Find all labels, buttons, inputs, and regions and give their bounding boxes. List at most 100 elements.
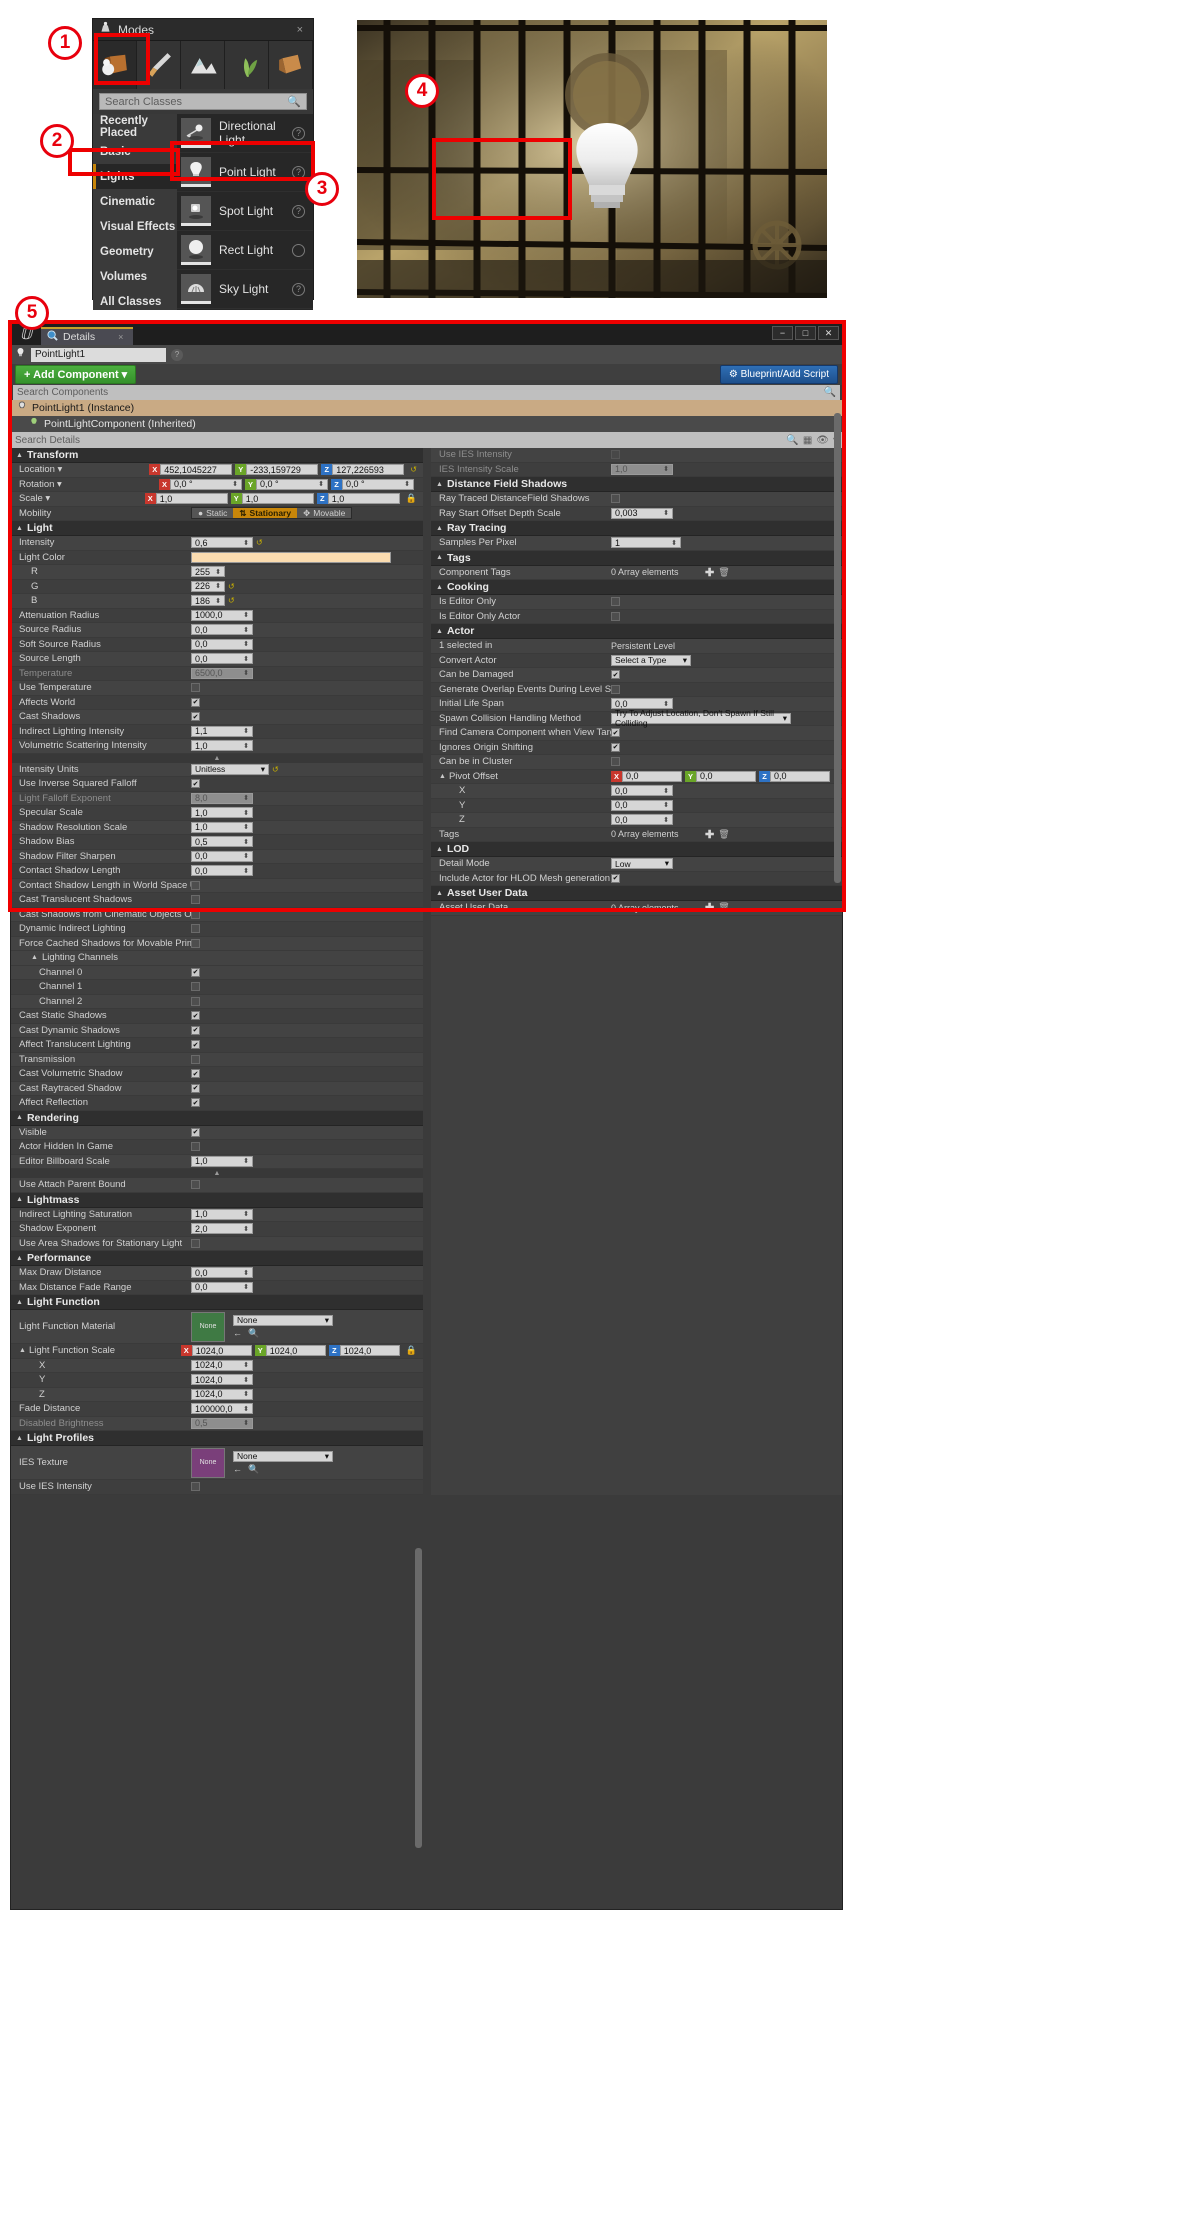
property-row-shadow-exponent[interactable]: Shadow Exponent 2,0 ⬍ [11,1222,423,1237]
property-row-rotation[interactable]: Rotation ▾ X 0,0 ° ⬍ Y 0,0 ° ⬍ Z 0,0 ° ⬍ [11,477,423,492]
property-row-x[interactable]: X 0,0 ⬍ [431,784,842,799]
checkbox[interactable] [191,880,200,890]
spinner-icon[interactable]: ⬍ [663,801,669,809]
scrollbar[interactable] [834,413,841,883]
paint-mode-button[interactable] [137,41,181,89]
vector-input-group[interactable]: X 0,0 Y 0,0 Z 0,0 [611,770,833,782]
checkbox[interactable] [191,1180,200,1190]
maximize-button[interactable]: □ [795,326,816,340]
property-row-disabled-brightness[interactable]: Disabled Brightness 0,5 ⬍ [11,1416,423,1431]
value-input[interactable]: 1 ⬍ [611,537,681,549]
reset-icon[interactable]: ↺ [272,765,279,774]
checkbox[interactable] [191,895,200,905]
spinner-icon[interactable]: ⬍ [243,655,249,663]
property-row-affect-translucent-lighting[interactable]: Affect Translucent Lighting ✔ [11,1038,423,1053]
checkbox[interactable]: ✔ [191,1025,200,1035]
property-row-pivot-offset[interactable]: ▲ Pivot Offset X 0,0 Y 0,0 Z 0,0 [431,769,842,784]
property-row-channel-2[interactable]: Channel 2 [11,994,423,1009]
checkbox[interactable] [611,494,620,504]
value-input[interactable]: 1000,0 ⬍ [191,609,253,621]
checkbox[interactable]: ✔ [191,967,200,977]
collapse-arrow[interactable]: ▲ [11,1169,423,1178]
details-window[interactable]: 𝕌 Details × − □ ✕ PointLight1 ? + Add Co… [10,322,843,1910]
actor-name-row[interactable]: PointLight1 ? [11,345,842,364]
checkbox[interactable]: ✔ [191,697,200,707]
left-property-pane[interactable]: ▲ Transform Location ▾ X 452,1045227 Y -233,15… [11,448,423,1848]
property-row-actor-hidden-in-game[interactable]: Actor Hidden In Game [11,1140,423,1155]
section-header-asset-user-data[interactable]: ▲ Asset User Data [431,886,842,901]
category-visual-effects[interactable]: Visual Effects [93,214,177,239]
value-input[interactable]: 1024,0 [191,1345,252,1357]
spinner-icon[interactable]: ⬍ [243,611,249,619]
minimize-button[interactable]: − [772,326,793,340]
geometry-mode-button[interactable] [269,41,313,89]
checkbox[interactable] [611,611,620,621]
checkbox[interactable] [191,996,200,1006]
checkbox[interactable]: ✔ [191,1083,200,1093]
help-icon[interactable]: ? [292,282,305,296]
property-row-editor-billboard-scale[interactable]: Editor Billboard Scale 1,0 ⬍ [11,1154,423,1169]
search-details-input[interactable]: Search Details 🔍 ▦ 👁 ▾ [11,432,842,448]
spinner-icon[interactable]: ⬍ [243,867,249,875]
value-input[interactable]: 1024,0 ⬍ [191,1374,253,1386]
property-row-z[interactable]: Z 0,0 ⬍ [431,813,842,828]
window-buttons[interactable]: − □ ✕ [772,326,839,340]
value-input[interactable]: 0,0 ° ⬍ [256,478,328,490]
property-row-ignores-origin-shifting[interactable]: Ignores Origin Shifting ✔ [431,740,842,755]
value-input[interactable]: 0,0 ⬍ [611,814,673,826]
spinner-icon[interactable]: ⬍ [663,816,669,824]
value-input[interactable]: 0,0 ⬍ [191,624,253,636]
property-row-cast-volumetric-shadow[interactable]: Cast Volumetric Shadow ✔ [11,1067,423,1082]
reset-icon[interactable]: ↺ [228,596,235,605]
property-row-detail-mode[interactable]: Detail Mode Low ▾ [431,857,842,872]
spinner-icon[interactable]: ⬍ [243,1225,249,1233]
property-row-use-ies-intensity[interactable]: Use IES Intensity [431,448,842,463]
section-header-rendering[interactable]: ▲ Rendering [11,1110,423,1126]
value-input[interactable]: 1024,0 ⬍ [191,1359,253,1371]
value-input[interactable]: 1,0 [241,493,314,505]
value-input[interactable]: 1,0 ⬍ [191,1155,253,1167]
spinner-icon[interactable]: ⬍ [243,838,249,846]
item-point-light[interactable]: Point Light ? [177,153,313,192]
search-classes-input[interactable]: Search Classes 🔍 [99,93,307,110]
spinner-icon[interactable]: ⬍ [243,1405,249,1413]
property-row-cast-shadows[interactable]: Cast Shadows ✔ [11,710,423,725]
section-header-actor[interactable]: ▲ Actor [431,624,842,639]
scrollbar[interactable] [415,1548,422,1848]
property-row-affect-reflection[interactable]: Affect Reflection ✔ [11,1096,423,1111]
value-input[interactable]: 0,003 ⬍ [611,507,673,519]
value-input[interactable]: 0,0 ⬍ [611,785,673,797]
add-icon[interactable]: ✚ [705,828,714,841]
section-header-tags[interactable]: ▲ Tags [431,550,842,566]
checkbox[interactable] [191,982,200,992]
property-row-use-area-shadows-for-stationary-light[interactable]: Use Area Shadows for Stationary Light [11,1236,423,1251]
dropdown[interactable]: Try To Adjust Location, Don't Spawn If S… [611,708,791,728]
array-field[interactable]: 0 Array elements ✚ 🗑 [611,828,730,841]
property-row-cast-translucent-shadows[interactable]: Cast Translucent Shadows [11,893,423,908]
property-row-shadow-filter-sharpen[interactable]: Shadow Filter Sharpen 0,0 ⬍ [11,849,423,864]
mobility-option-static[interactable]: ● Static [192,508,234,519]
checkbox[interactable] [191,909,200,919]
value-input[interactable]: 1,0 ⬍ [191,1208,253,1220]
property-row-y[interactable]: Y 1024,0 ⬍ [11,1373,423,1388]
reset-icon[interactable]: ↺ [256,538,263,547]
property-row-ray-start-offset-depth-scale[interactable]: Ray Start Offset Depth Scale 0,003 ⬍ [431,506,842,521]
use-selected-icon[interactable]: ← [233,1328,242,1339]
property-row-mobility[interactable]: Mobility ● Static ⇅ Stationary ✥ Movable [11,506,423,521]
value-input[interactable]: 0,0 [696,770,756,782]
property-row-max-distance-fade-range[interactable]: Max Distance Fade Range 0,0 ⬍ [11,1280,423,1295]
modes-close-icon[interactable]: × [297,24,307,36]
checkbox[interactable] [611,450,620,460]
property-row-use-inverse-squared-falloff[interactable]: Use Inverse Squared Falloff ✔ [11,777,423,792]
property-row-temperature[interactable]: Temperature 6500,0 ⬍ [11,666,423,681]
section-header-light[interactable]: ▲ Light [11,521,423,536]
value-input[interactable]: 0,0 ⬍ [191,1281,253,1293]
value-input[interactable]: 0,5 ⬍ [191,1417,253,1429]
checkbox[interactable] [191,1482,200,1492]
value-input[interactable]: 226 ⬍ [191,580,225,592]
property-row-light-color[interactable]: Light Color [11,550,423,565]
value-input[interactable]: 1,0 [155,493,228,505]
property-row-use-temperature[interactable]: Use Temperature [11,681,423,696]
collapse-arrow[interactable]: ▲ [11,753,423,763]
checkbox[interactable] [191,1238,200,1248]
